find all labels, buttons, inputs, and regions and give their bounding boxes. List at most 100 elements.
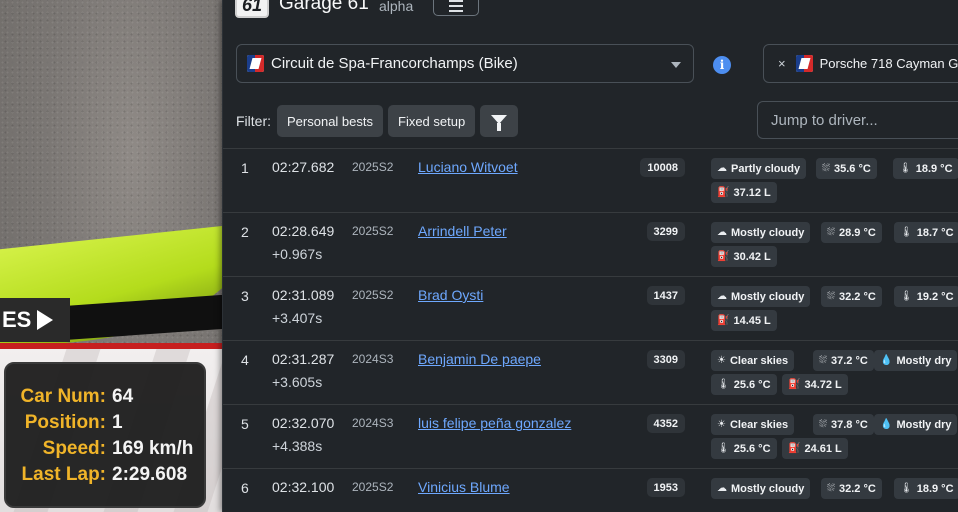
iracing-flag-icon [247, 55, 264, 72]
lap-time: 02:32.070 [272, 415, 335, 431]
lap-row[interactable]: 2 02:28.649 +0.967s 2025S2 Arrindell Peter 32… [223, 213, 958, 277]
chip-value: Mostly dry [896, 418, 952, 431]
car-filter-select[interactable]: × Porsche 718 Cayman G [763, 44, 958, 83]
track-temp-chip: ⛆ 32.2 °C [821, 478, 882, 499]
garage61-logo[interactable]: 61 [235, 0, 269, 18]
lap-season: 2025S2 [352, 224, 394, 238]
weather-chip: ☁ Mostly cloudy [711, 478, 811, 499]
driver-link[interactable]: Benjamin De paepe [418, 351, 541, 367]
lap-gap: +0.967s [272, 246, 323, 262]
weather-icon: ☁ [717, 483, 727, 494]
irating-badge: 1437 [646, 286, 685, 305]
personal-bests-button[interactable]: Personal bests [277, 105, 383, 137]
air-temp-chip: 🌡 18.9 °C [893, 158, 958, 179]
hud-row: Position: 1 [6, 410, 204, 436]
track-temp-icon: ⛆ [819, 419, 827, 430]
lap-gap: +4.388s [272, 438, 323, 454]
fuel-chip: ⛽ 24.61 L [782, 438, 848, 459]
weather-chip: ☀ Clear skies [711, 414, 795, 435]
track-select-value: Circuit de Spa-Francorchamps (Bike) [271, 55, 518, 72]
air-temp-icon: 🌡 [900, 227, 913, 238]
lap-row[interactable]: 1 02:27.682 2025S2 Luciano Witvoet 10008 ☁ Par… [223, 149, 958, 213]
fuel-icon: ⛽ [717, 251, 730, 262]
track-temp-icon: ⛆ [827, 291, 835, 302]
chip-value: 25.6 °C [733, 442, 771, 455]
hud-label: Car Num: [20, 386, 106, 407]
track-temp-icon: ⛆ [827, 483, 835, 494]
hud-row: Last Lap: 2:29.608 [6, 462, 204, 488]
chip-value: Mostly dry [896, 354, 952, 367]
lap-row[interactable]: 5 02:32.070 +4.388s 2024S3 luis felipe peña … [223, 405, 958, 469]
weather-chip: ☁ Mostly cloudy [711, 222, 811, 243]
track-select[interactable]: Circuit de Spa-Francorchamps (Bike) [236, 44, 694, 83]
driver-link[interactable]: luis felipe peña gonzalez [418, 415, 571, 431]
replay-bar: ES [0, 298, 70, 342]
chip-value: Clear skies [729, 354, 789, 367]
chip-value: 35.6 °C [834, 162, 871, 175]
driver-link[interactable]: Vinicius Blume [418, 479, 510, 495]
weather-icon: ☁ [717, 163, 727, 174]
lap-gap: +3.605s [272, 374, 323, 390]
lap-time: 02:32.100 [272, 479, 335, 495]
fuel-chip: ⛽ 30.42 L [711, 246, 777, 267]
irating-badge: 10008 [640, 158, 685, 177]
hud-label: Speed: [42, 438, 106, 459]
lap-row[interactable]: 4 02:31.287 +3.605s 2024S3 Benjamin De paepe… [223, 341, 958, 405]
lap-time: 02:31.089 [272, 287, 335, 303]
fuel-chip: ⛽ 34.72 L [782, 374, 848, 395]
lap-season: 2025S2 [352, 160, 394, 174]
info-icon[interactable]: i [713, 56, 731, 74]
air-temp-chip: 🌡 18.7 °C [894, 222, 958, 243]
fixed-setup-button[interactable]: Fixed setup [388, 105, 476, 137]
iracing-flag-icon [795, 55, 813, 72]
chip-value: 32.2 °C [839, 482, 876, 495]
chip-value: 14.45 L [733, 314, 771, 327]
more-filters-button[interactable] [480, 105, 519, 137]
lap-row[interactable]: 6 02:32.100 2025S2 Vinicius Blume 1953 ☁ Mostl… [223, 469, 958, 512]
chip-value: 18.9 °C [916, 482, 954, 495]
track-temp-chip: ⛆ 28.9 °C [821, 222, 882, 243]
fuel-icon: ⛽ [717, 187, 730, 198]
wetness-chip: 💧 Mostly dry [874, 414, 958, 435]
lap-time: 02:31.287 [272, 351, 335, 367]
track-temp-icon: ⛆ [827, 227, 835, 238]
chip-value: Partly cloudy [731, 162, 801, 175]
chip-value: 24.61 L [804, 442, 842, 455]
lap-time: 02:28.649 [272, 223, 335, 239]
chip-value: 37.8 °C [831, 418, 868, 431]
play-icon [37, 310, 54, 330]
menu-icon-bar [449, 10, 463, 12]
driver-link[interactable]: Arrindell Peter [418, 223, 507, 239]
track-temp-icon: ⛆ [822, 163, 830, 174]
air-temp-chip: 🌡 19.2 °C [894, 286, 958, 307]
weather-chip: ☁ Partly cloudy [711, 158, 807, 179]
filter-label: Filter: [236, 113, 271, 129]
driver-link[interactable]: Brad Oysti [418, 287, 483, 303]
air-temp-chip: 🌡 25.6 °C [711, 374, 777, 395]
chip-value: Clear skies [729, 418, 789, 431]
fuel-chip: ⛽ 37.12 L [711, 182, 777, 203]
air-temp-chip: 🌡 18.9 °C [894, 478, 958, 499]
menu-icon-bar [449, 5, 463, 7]
hud-row: Car Num: 64 [6, 384, 204, 410]
weather-icon: ☀ [717, 419, 726, 430]
driver-link[interactable]: Luciano Witvoet [418, 159, 518, 175]
chip-value: 37.2 °C [831, 354, 868, 367]
fuel-chip: ⛽ 14.45 L [711, 310, 777, 331]
hud-label: Position: [24, 412, 106, 433]
app-title[interactable]: Garage 61 [279, 0, 369, 15]
weather-icon: ☁ [717, 291, 727, 302]
replay-label: ES [2, 307, 32, 332]
irating-badge: 1953 [646, 478, 685, 497]
garage61-panel: 61 Garage 61 alpha Circuit de Spa-Franco… [222, 0, 958, 512]
wetness-chip: 💧 Mostly dry [874, 350, 958, 371]
hamburger-menu-button[interactable] [433, 0, 479, 16]
chip-value: 19.2 °C [916, 290, 954, 303]
lap-position: 2 [241, 224, 249, 240]
lap-row[interactable]: 3 02:31.089 +3.407s 2025S2 Brad Oysti 1437 ☁ Mo… [223, 277, 958, 341]
remove-car-icon[interactable]: × [778, 56, 786, 71]
weather-icon: ☀ [717, 355, 726, 366]
hud-value: 169 km/h [112, 438, 194, 459]
jump-to-driver-input[interactable] [757, 101, 958, 139]
alpha-tag: alpha [379, 0, 414, 14]
